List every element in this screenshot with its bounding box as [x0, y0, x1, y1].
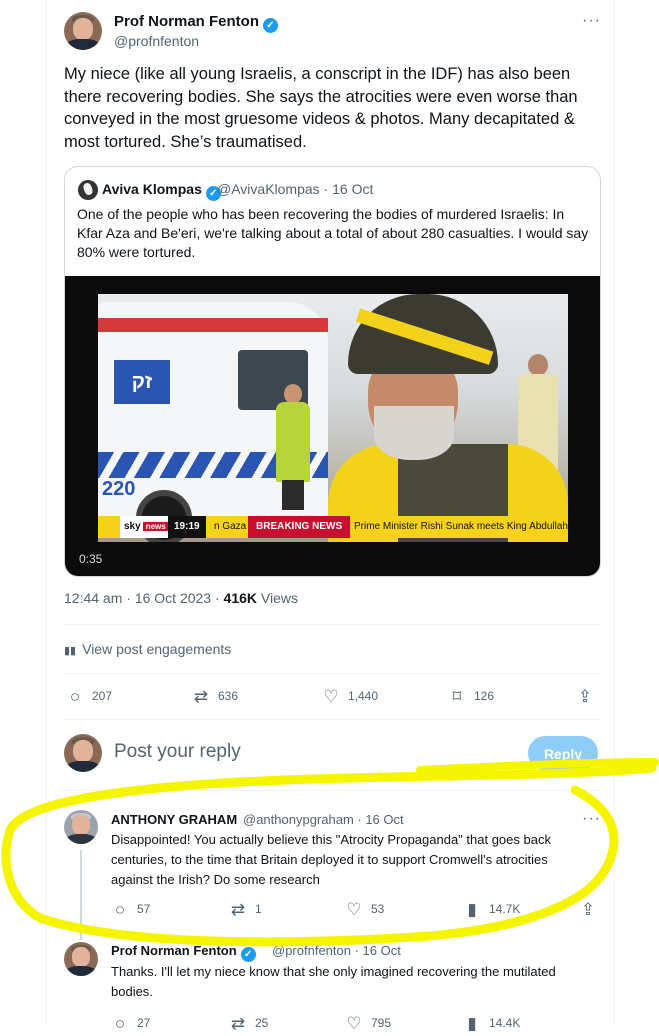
quoted-tweet-text: One of the people who has been recoverin…: [77, 206, 589, 260]
reply-submit-button[interactable]: Reply: [528, 736, 598, 770]
author-name[interactable]: Prof Norman Fenton ✓: [114, 13, 278, 33]
divider: [64, 673, 600, 674]
video-player[interactable]: זק 220 sky news 19:19 n Gaza BREAKING NEW…: [65, 276, 600, 576]
share-icon: ⇪: [580, 900, 596, 919]
analytics-icon: ▮: [467, 900, 477, 919]
repost-icon: ⇄: [230, 900, 246, 919]
heart-icon: ♡: [323, 687, 339, 706]
repost-icon: ⇄: [193, 687, 209, 706]
reply-action-bar: ○ 27 ⇄ 25 ♡ 795 ▮ 14.4K: [111, 1012, 600, 1036]
more-options-icon[interactable]: ···: [582, 810, 601, 828]
reply-input[interactable]: Post your reply: [114, 741, 241, 763]
reply-text: Disappointed! You actually believe this …: [111, 832, 551, 887]
left-border: [46, 0, 47, 1024]
like-button[interactable]: ♡ 1,440: [322, 685, 378, 708]
video-frame: זק 220: [98, 294, 568, 542]
reply-author-avatar[interactable]: [64, 810, 98, 844]
share-button[interactable]: ⇪: [576, 685, 602, 708]
verified-badge-icon: ✓: [240, 947, 256, 962]
ambulance-logo: זק: [114, 360, 170, 404]
video-elapsed: 0:35: [79, 552, 103, 566]
reply-icon: ○: [114, 900, 126, 919]
reply-text: Thanks. I'll let my niece know that she …: [111, 964, 556, 999]
views-button[interactable]: ▮ 14.7K: [463, 898, 520, 921]
quoted-author-avatar[interactable]: [78, 180, 98, 200]
author-avatar[interactable]: [64, 12, 102, 50]
ticker-gaza: n Gaza: [214, 521, 247, 532]
channel-logo: sky news: [120, 516, 173, 538]
quoted-author-name[interactable]: Aviva Klompas ✓: [102, 181, 221, 201]
reply-button[interactable]: ○ 207: [66, 685, 112, 708]
repost-button[interactable]: ⇄ 1: [229, 898, 262, 921]
reply-author-handle: @anthonypgraham · 16 Oct: [243, 812, 404, 827]
divider: [64, 719, 600, 720]
my-avatar[interactable]: [64, 734, 102, 772]
quoted-tweet[interactable]: Aviva Klompas ✓ @AvivaKlompas · 16 Oct On…: [64, 166, 601, 577]
bookmark-icon: ⌑: [452, 687, 462, 706]
verified-badge-icon: ✓: [263, 18, 278, 33]
ticker-headline: Prime Minister Rishi Sunak meets King Ab…: [354, 521, 568, 532]
action-bar: ○ 207 ⇄ 636 ♡ 1,440 ⌑ 126 ⇪: [64, 685, 600, 709]
reply-author-handle: @profnfenton · 16 Oct: [272, 943, 401, 958]
ticker-breaking: BREAKING NEWS: [248, 516, 351, 538]
views-label: Views: [257, 590, 298, 606]
reply-button[interactable]: ○ 57: [111, 898, 151, 921]
reply-author-name[interactable]: Prof Norman Fenton ✓: [111, 943, 256, 962]
analytics-icon: ▮: [467, 1014, 477, 1033]
quoted-author-handle: @AvivaKlompas · 16 Oct: [217, 181, 374, 197]
timestamp[interactable]: 12:44 am · 16 Oct 2023 ·: [64, 590, 224, 606]
tweet-meta: 12:44 am · 16 Oct 2023 · 416K Views: [64, 590, 298, 606]
divider: [64, 790, 600, 791]
like-button[interactable]: ♡ 53: [345, 898, 384, 921]
repost-button[interactable]: ⇄ 636: [192, 685, 238, 708]
share-icon: ⇪: [577, 687, 593, 706]
share-button[interactable]: ⇪: [579, 898, 605, 921]
view-engagements-link[interactable]: ▮▮ View post engagements: [64, 641, 231, 657]
analytics-icon: ▮▮: [64, 645, 77, 657]
reply-icon: ○: [114, 1014, 126, 1033]
author-handle[interactable]: @profnfenton: [114, 33, 199, 49]
views-count: 416K: [223, 590, 257, 606]
tweet-text: My niece (like all young Israelis, a con…: [64, 65, 578, 151]
reply-action-bar: ○ 57 ⇄ 1 ♡ 53 ▮ 14.7K ⇪: [111, 898, 600, 922]
thread-line: [80, 850, 82, 940]
bystander-figure: [276, 384, 310, 510]
divider: [64, 624, 600, 625]
reply-icon: ○: [69, 687, 81, 706]
repost-icon: ⇄: [230, 1014, 246, 1033]
volunteer-figure: [328, 294, 568, 542]
ambulance-number: 220: [102, 478, 136, 500]
more-options-icon[interactable]: ···: [582, 12, 601, 30]
bookmark-button[interactable]: ⌑ 126: [448, 685, 494, 708]
heart-icon: ♡: [346, 900, 362, 919]
reply-author-avatar[interactable]: [64, 942, 98, 976]
right-border: [614, 0, 615, 1024]
news-ticker: sky news 19:19 n Gaza BREAKING NEWS Prime…: [98, 516, 568, 538]
reply-author-name[interactable]: ANTHONY GRAHAM: [111, 812, 237, 827]
ticker-time: 19:19: [168, 516, 206, 538]
heart-icon: ♡: [346, 1014, 362, 1033]
